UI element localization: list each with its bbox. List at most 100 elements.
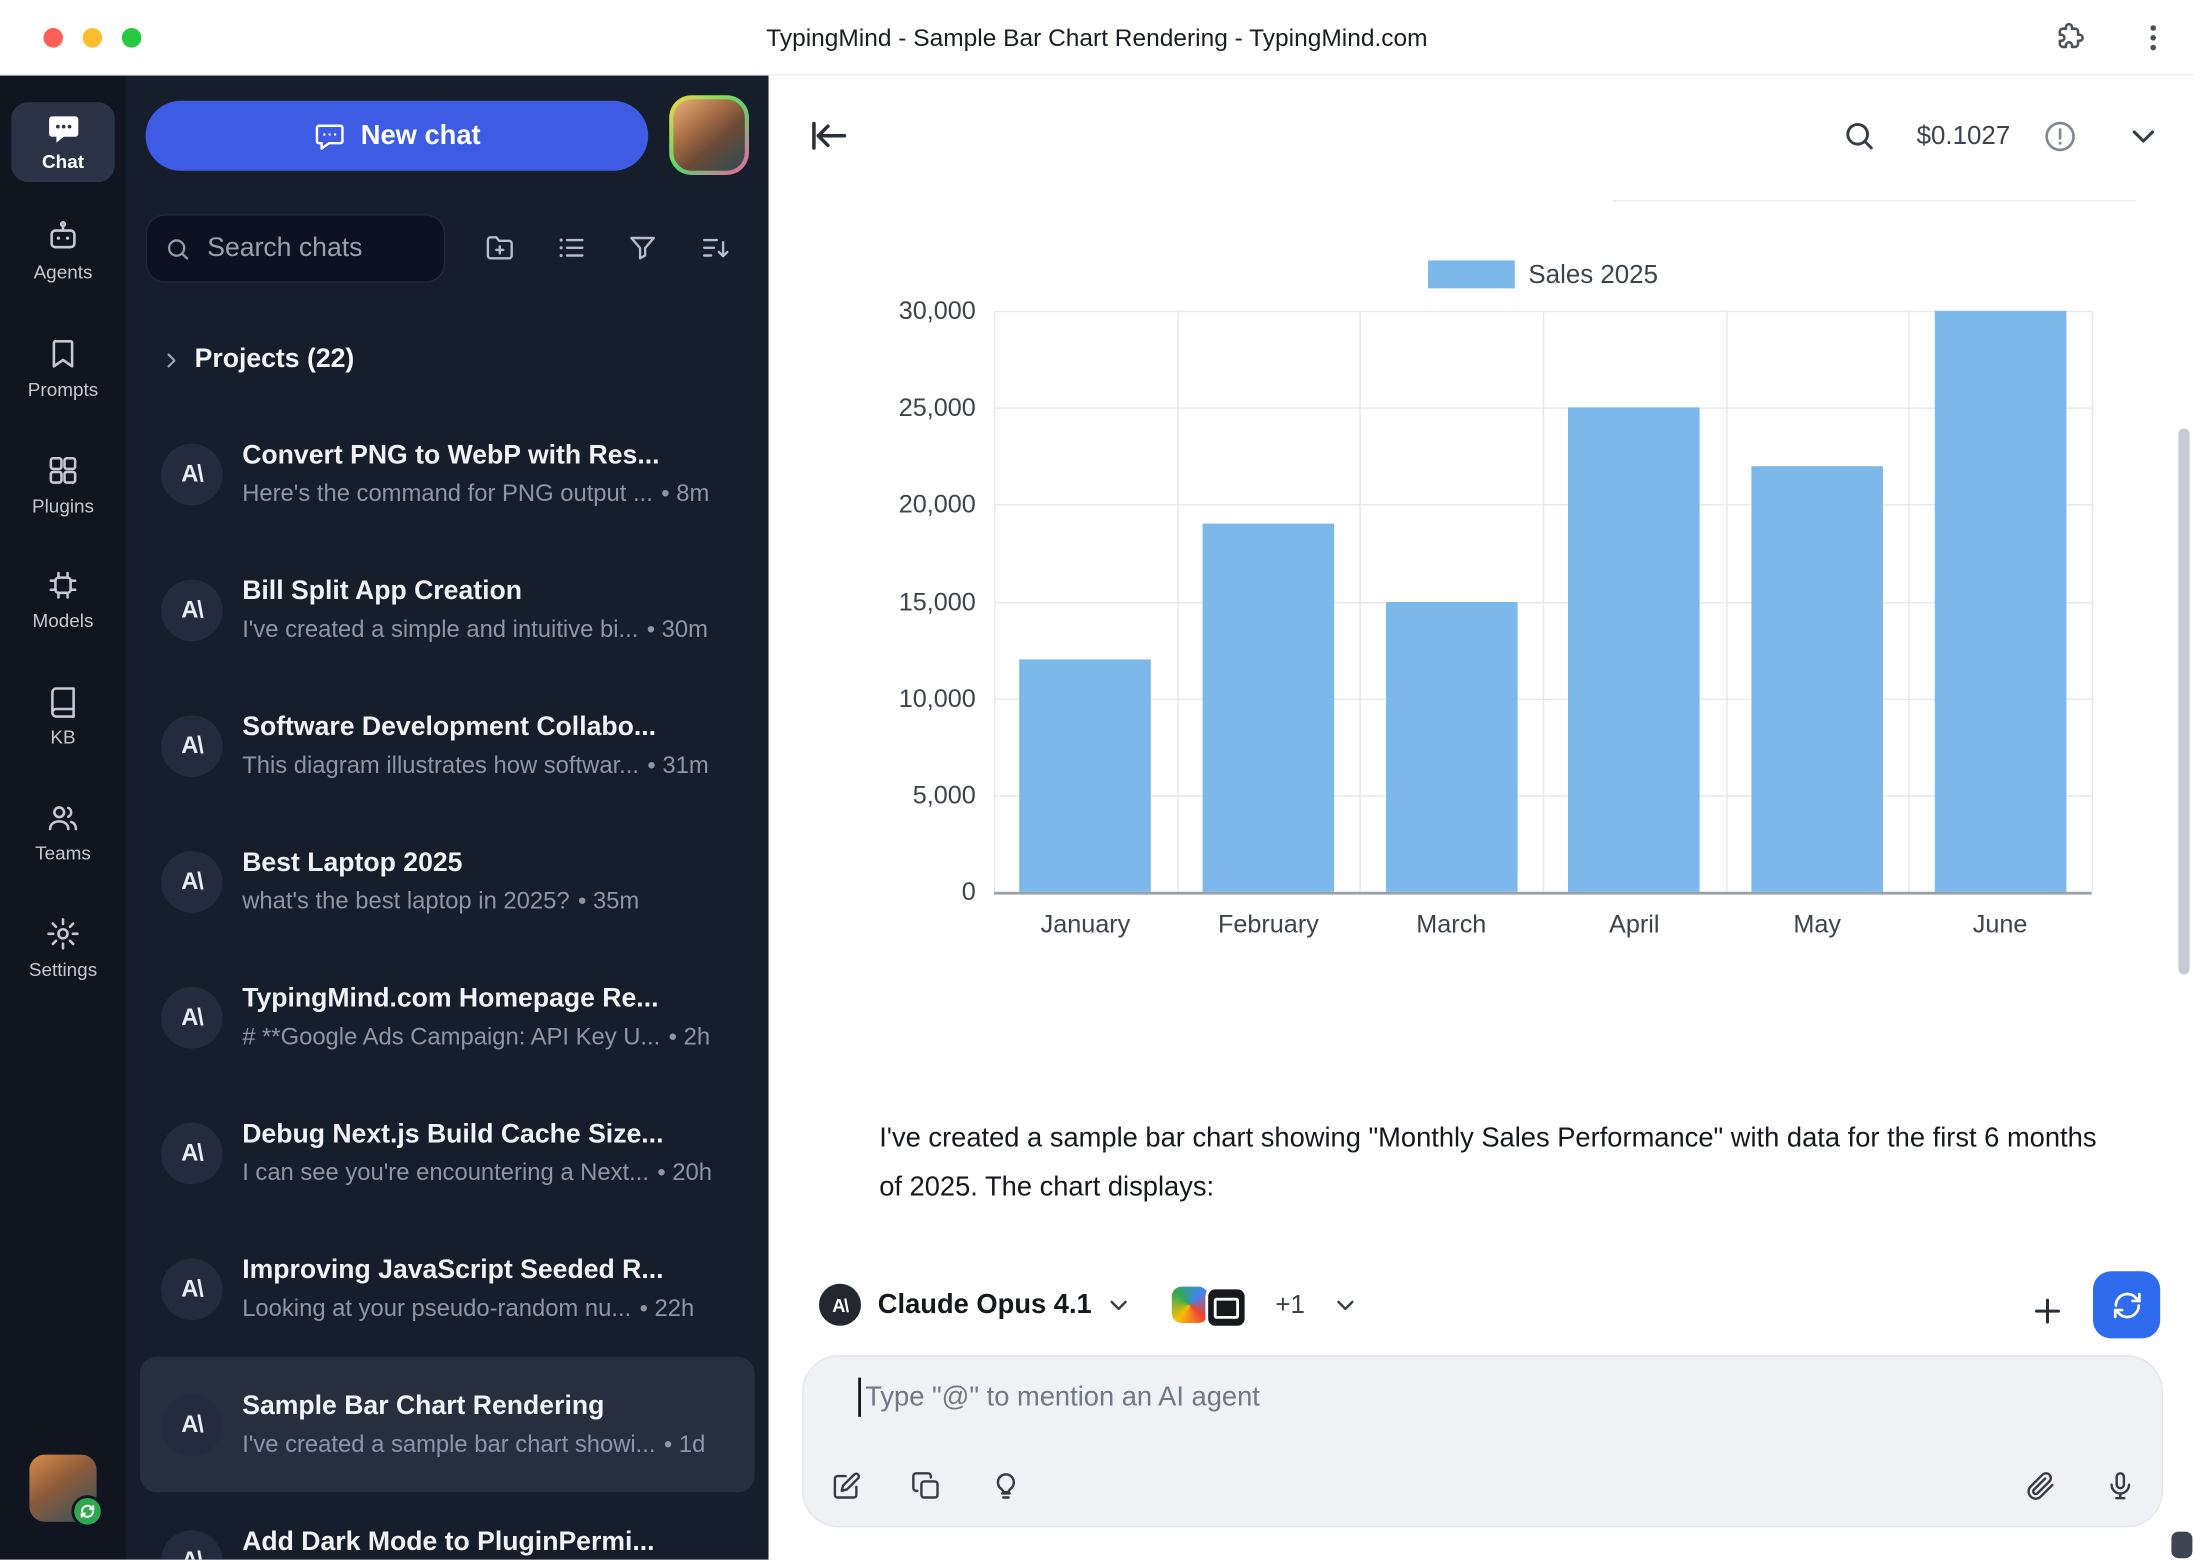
y-axis-tick: 25,000 bbox=[769, 391, 976, 425]
bar-june bbox=[1934, 311, 2066, 892]
chat-list-item[interactable]: A\ Best Laptop 2025 what's the best lapt… bbox=[126, 813, 769, 949]
chat-subtitle: This diagram illustrates how softwar...•… bbox=[242, 751, 746, 779]
scrollbar-thumb[interactable] bbox=[2178, 428, 2189, 974]
chat-list-item[interactable]: A\ Debug Next.js Build Cache Size... I c… bbox=[126, 1085, 769, 1221]
bulk-select-icon[interactable] bbox=[546, 223, 596, 273]
y-axis-tick: 30,000 bbox=[769, 294, 976, 328]
filter-icon[interactable] bbox=[617, 223, 667, 273]
sidebar-item-models[interactable]: Models bbox=[0, 567, 126, 631]
chat-subtitle: Looking at your pseudo-random nu...• 22h bbox=[242, 1294, 746, 1322]
pages-icon[interactable] bbox=[903, 1463, 948, 1508]
sidebar-item-agents[interactable]: Agents bbox=[0, 218, 126, 282]
model-chevron-icon[interactable] bbox=[1102, 1288, 1136, 1322]
sidebar-item-plugins[interactable]: Plugins bbox=[0, 452, 126, 516]
search-icon bbox=[164, 235, 192, 263]
chat-list-item[interactable]: A\ Improving JavaScript Seeded R... Look… bbox=[126, 1221, 769, 1357]
plugin-icon-1[interactable] bbox=[1172, 1287, 1208, 1323]
plugins-more-count[interactable]: +1 bbox=[1275, 1271, 1305, 1338]
chat-list-item[interactable]: A\ Bill Split App Creation I've created … bbox=[126, 542, 769, 678]
chat-list-item[interactable]: A\ Add Dark Mode to PluginPermi... bbox=[126, 1492, 769, 1559]
legend-swatch bbox=[1428, 260, 1515, 288]
chat-subtitle: # **Google Ads Campaign: API Key U...• 2… bbox=[242, 1023, 746, 1051]
add-attachment-button[interactable] bbox=[2022, 1285, 2072, 1335]
x-axis-tick: February bbox=[1177, 910, 1359, 939]
models-icon bbox=[0, 567, 126, 603]
chat-title: TypingMind.com Homepage Re... bbox=[242, 984, 746, 1015]
chat-title: Sample Bar Chart Rendering bbox=[242, 1391, 746, 1422]
message-input[interactable]: Type "@" to mention an AI agent bbox=[802, 1355, 2163, 1527]
x-axis-tick: March bbox=[1360, 910, 1542, 939]
rail-label: Agents bbox=[0, 262, 126, 283]
chat-list: A\ Convert PNG to WebP with Res... Here'… bbox=[126, 406, 769, 1560]
chart-legend: Sales 2025 bbox=[994, 259, 2092, 290]
user-avatar[interactable] bbox=[669, 95, 749, 175]
plugins-chevron-icon[interactable] bbox=[1329, 1288, 1363, 1322]
chat-sidebar: New chat bbox=[126, 76, 769, 1560]
assistant-avatar: A\ bbox=[161, 1258, 223, 1320]
knowledge-base-icon bbox=[0, 683, 126, 719]
rail-label: Teams bbox=[0, 843, 126, 864]
model-selector[interactable]: Claude Opus 4.1 bbox=[878, 1271, 1092, 1338]
rail-label: KB bbox=[0, 727, 126, 748]
sidebar-item-teams[interactable]: Teams bbox=[0, 799, 126, 863]
projects-label: Projects (22) bbox=[195, 344, 355, 375]
chat-list-item[interactable]: A\ Sample Bar Chart Rendering I've creat… bbox=[140, 1357, 755, 1493]
x-axis-tick: June bbox=[1909, 910, 2091, 939]
chat-subtitle: Here's the command for PNG output ...• 8… bbox=[242, 480, 746, 508]
chat-title: Best Laptop 2025 bbox=[242, 848, 746, 879]
chat-list-item[interactable]: A\ TypingMind.com Homepage Re... # **Goo… bbox=[126, 949, 769, 1085]
paperclip-icon[interactable] bbox=[2017, 1463, 2062, 1508]
microphone-icon[interactable] bbox=[2097, 1463, 2142, 1508]
left-rail: Chat Agents Prompts bbox=[0, 76, 126, 1560]
model-avatar[interactable]: A\ bbox=[819, 1284, 861, 1326]
bar-chart: Sales 2025 05,00010,00015,00020,00025,00… bbox=[769, 76, 2194, 972]
chat-subtitle: I've created a sample bar chart showi...… bbox=[242, 1430, 746, 1458]
assistant-avatar: A\ bbox=[161, 851, 223, 913]
refresh-icon bbox=[2111, 1289, 2143, 1321]
bar-may bbox=[1751, 466, 1883, 892]
scrollbar-bottom-thumb[interactable] bbox=[2171, 1532, 2192, 1559]
chat-title: Convert PNG to WebP with Res... bbox=[242, 440, 746, 471]
assistant-avatar: A\ bbox=[161, 1122, 223, 1184]
assistant-avatar: A\ bbox=[161, 986, 223, 1048]
extensions-icon[interactable] bbox=[2047, 13, 2097, 63]
chat-subtitle: I've created a simple and intuitive bi..… bbox=[242, 615, 746, 643]
chat-list-item[interactable]: A\ Software Development Collabo... This … bbox=[126, 678, 769, 814]
sort-icon[interactable] bbox=[690, 223, 740, 273]
teams-icon bbox=[0, 799, 126, 835]
y-axis-tick: 5,000 bbox=[769, 778, 976, 812]
rail-label: Chat bbox=[42, 151, 84, 172]
new-chat-button[interactable]: New chat bbox=[146, 101, 649, 171]
bar-february bbox=[1203, 524, 1335, 892]
user-avatar-small[interactable] bbox=[29, 1455, 96, 1522]
sidebar-item-kb[interactable]: KB bbox=[0, 683, 126, 747]
chat-list-item[interactable]: A\ Convert PNG to WebP with Res... Here'… bbox=[126, 406, 769, 542]
sync-badge-icon bbox=[71, 1495, 103, 1527]
canvas-edit-icon[interactable] bbox=[823, 1463, 868, 1508]
window-title: TypingMind - Sample Bar Chart Rendering … bbox=[0, 0, 2194, 76]
sidebar-item-chat[interactable]: Chat bbox=[11, 102, 115, 182]
search-chats-field[interactable] bbox=[146, 214, 446, 283]
gear-icon bbox=[0, 916, 126, 952]
browser-menu-icon[interactable] bbox=[2128, 13, 2178, 63]
chevron-right-icon bbox=[160, 348, 184, 372]
assistant-avatar: A\ bbox=[161, 579, 223, 641]
assistant-avatar: A\ bbox=[161, 1530, 223, 1560]
legend-label: Sales 2025 bbox=[1528, 259, 1658, 290]
sidebar-item-prompts[interactable]: Prompts bbox=[0, 336, 126, 400]
chat-title: Improving JavaScript Seeded R... bbox=[242, 1255, 746, 1286]
prompts-icon bbox=[0, 336, 126, 372]
projects-section-toggle[interactable]: Projects (22) bbox=[126, 339, 769, 381]
regenerate-button[interactable] bbox=[2093, 1271, 2160, 1338]
plugin-icon-2[interactable] bbox=[1205, 1287, 1247, 1329]
search-chats-input[interactable] bbox=[204, 232, 427, 266]
new-folder-icon[interactable] bbox=[475, 223, 525, 273]
assistant-avatar: A\ bbox=[161, 443, 223, 505]
sidebar-item-settings[interactable]: Settings bbox=[0, 916, 126, 980]
input-placeholder: Type "@" to mention an AI agent bbox=[865, 1379, 1260, 1417]
titlebar: TypingMind - Sample Bar Chart Rendering … bbox=[0, 0, 2194, 76]
y-axis-tick: 0 bbox=[769, 875, 976, 909]
x-axis-tick: April bbox=[1543, 910, 1725, 939]
plugins-icon bbox=[0, 452, 126, 488]
lightbulb-icon[interactable] bbox=[983, 1463, 1028, 1508]
